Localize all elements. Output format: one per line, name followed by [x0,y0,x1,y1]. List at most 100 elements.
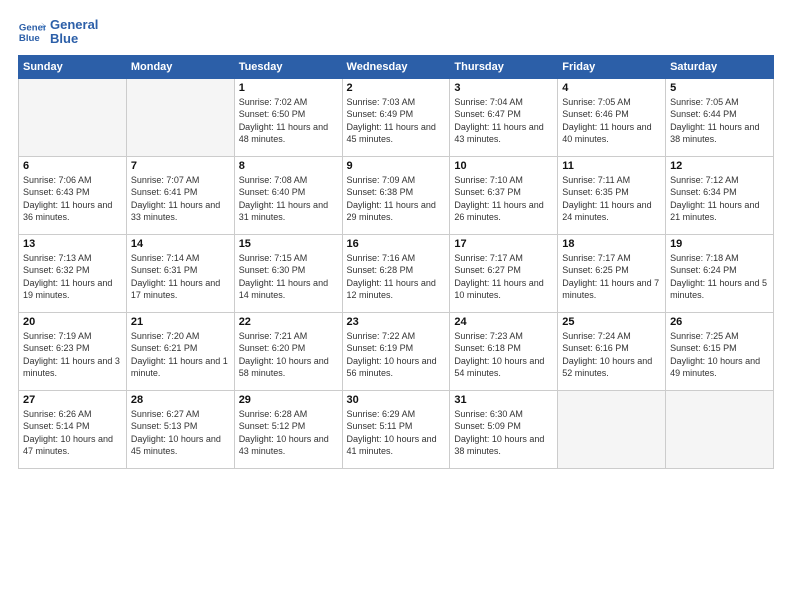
day-info: Sunrise: 7:03 AMSunset: 6:49 PMDaylight:… [347,96,446,146]
day-info: Sunrise: 7:08 AMSunset: 6:40 PMDaylight:… [239,174,338,224]
calendar-cell: 2 Sunrise: 7:03 AMSunset: 6:49 PMDaylight… [342,78,450,156]
day-info: Sunrise: 7:25 AMSunset: 6:15 PMDaylight:… [670,330,769,380]
calendar-cell: 22 Sunrise: 7:21 AMSunset: 6:20 PMDayligh… [234,312,342,390]
day-info: Sunrise: 7:02 AMSunset: 6:50 PMDaylight:… [239,96,338,146]
calendar-cell: 24 Sunrise: 7:23 AMSunset: 6:18 PMDayligh… [450,312,558,390]
day-info: Sunrise: 7:12 AMSunset: 6:34 PMDaylight:… [670,174,769,224]
day-number: 14 [131,238,230,250]
logo: General Blue General Blue [18,18,98,47]
day-number: 5 [670,82,769,94]
day-header-wednesday: Wednesday [342,55,450,78]
day-info: Sunrise: 7:10 AMSunset: 6:37 PMDaylight:… [454,174,553,224]
calendar-cell: 30Sunrise: 6:29 AMSunset: 5:11 PMDayligh… [342,390,450,468]
day-info: Sunrise: 7:04 AMSunset: 6:47 PMDaylight:… [454,96,553,146]
logo-blue: Blue [50,32,98,46]
day-number: 10 [454,160,553,172]
day-number: 23 [347,316,446,328]
day-number: 26 [670,316,769,328]
calendar-cell: 25 Sunrise: 7:24 AMSunset: 6:16 PMDayligh… [558,312,666,390]
day-number: 2 [347,82,446,94]
calendar-cell: 17Sunrise: 7:17 AMSunset: 6:27 PMDayligh… [450,234,558,312]
day-number: 27 [23,394,122,406]
day-number: 29 [239,394,338,406]
calendar-cell: 14 Sunrise: 7:14 AMSunset: 6:31 PMDayligh… [126,234,234,312]
day-info: Sunrise: 7:23 AMSunset: 6:18 PMDaylight:… [454,330,553,380]
day-info: Sunrise: 6:28 AMSunset: 5:12 PMDaylight:… [239,408,338,458]
day-info: Sunrise: 6:30 AMSunset: 5:09 PMDaylight:… [454,408,553,458]
calendar-cell: 12Sunrise: 7:12 AMSunset: 6:34 PMDayligh… [666,156,774,234]
day-info: Sunrise: 7:05 AMSunset: 6:46 PMDaylight:… [562,96,661,146]
day-number: 11 [562,160,661,172]
day-header-friday: Friday [558,55,666,78]
day-info: Sunrise: 7:14 AMSunset: 6:31 PMDaylight:… [131,252,230,302]
logo-general: General [50,18,98,32]
day-number: 30 [347,394,446,406]
calendar-cell [126,78,234,156]
day-number: 7 [131,160,230,172]
calendar-cell: 13 Sunrise: 7:13 AMSunset: 6:32 PMDayligh… [19,234,127,312]
day-number: 21 [131,316,230,328]
day-number: 8 [239,160,338,172]
day-info: Sunrise: 7:19 AMSunset: 6:23 PMDaylight:… [23,330,122,380]
header: General Blue General Blue [18,18,774,47]
calendar-cell: 10 Sunrise: 7:10 AMSunset: 6:37 PMDayligh… [450,156,558,234]
days-header-row: SundayMondayTuesdayWednesdayThursdayFrid… [19,55,774,78]
calendar-cell: 4 Sunrise: 7:05 AMSunset: 6:46 PMDaylight… [558,78,666,156]
day-number: 16 [347,238,446,250]
day-header-sunday: Sunday [19,55,127,78]
calendar-cell: 3 Sunrise: 7:04 AMSunset: 6:47 PMDaylight… [450,78,558,156]
day-info: Sunrise: 7:11 AMSunset: 6:35 PMDaylight:… [562,174,661,224]
day-info: Sunrise: 7:17 AMSunset: 6:25 PMDaylight:… [562,252,661,302]
day-info: Sunrise: 7:07 AMSunset: 6:41 PMDaylight:… [131,174,230,224]
calendar-cell: 31 Sunrise: 6:30 AMSunset: 5:09 PMDayligh… [450,390,558,468]
day-number: 17 [454,238,553,250]
day-number: 28 [131,394,230,406]
calendar-cell: 27Sunrise: 6:26 AMSunset: 5:14 PMDayligh… [19,390,127,468]
day-info: Sunrise: 7:09 AMSunset: 6:38 PMDaylight:… [347,174,446,224]
day-number: 9 [347,160,446,172]
day-number: 22 [239,316,338,328]
day-number: 3 [454,82,553,94]
day-number: 31 [454,394,553,406]
calendar-cell: 6Sunrise: 7:06 AMSunset: 6:43 PMDaylight… [19,156,127,234]
day-header-thursday: Thursday [450,55,558,78]
calendar-cell: 11 Sunrise: 7:11 AMSunset: 6:35 PMDayligh… [558,156,666,234]
day-info: Sunrise: 7:15 AMSunset: 6:30 PMDaylight:… [239,252,338,302]
week-row-4: 20Sunrise: 7:19 AMSunset: 6:23 PMDayligh… [19,312,774,390]
calendar-cell: 28Sunrise: 6:27 AMSunset: 5:13 PMDayligh… [126,390,234,468]
day-number: 15 [239,238,338,250]
svg-text:Blue: Blue [19,33,40,44]
day-header-tuesday: Tuesday [234,55,342,78]
calendar-cell [666,390,774,468]
calendar-cell: 15 Sunrise: 7:15 AMSunset: 6:30 PMDayligh… [234,234,342,312]
calendar-cell: 8 Sunrise: 7:08 AMSunset: 6:40 PMDaylight… [234,156,342,234]
day-number: 13 [23,238,122,250]
day-info: Sunrise: 7:18 AMSunset: 6:24 PMDaylight:… [670,252,769,302]
week-row-3: 13 Sunrise: 7:13 AMSunset: 6:32 PMDayligh… [19,234,774,312]
calendar-cell: 16 Sunrise: 7:16 AMSunset: 6:28 PMDayligh… [342,234,450,312]
day-number: 25 [562,316,661,328]
calendar-cell [558,390,666,468]
calendar-table: SundayMondayTuesdayWednesdayThursdayFrid… [18,55,774,469]
calendar-cell: 26 Sunrise: 7:25 AMSunset: 6:15 PMDayligh… [666,312,774,390]
day-number: 6 [23,160,122,172]
week-row-2: 6Sunrise: 7:06 AMSunset: 6:43 PMDaylight… [19,156,774,234]
calendar-cell: 9 Sunrise: 7:09 AMSunset: 6:38 PMDaylight… [342,156,450,234]
day-info: Sunrise: 7:16 AMSunset: 6:28 PMDaylight:… [347,252,446,302]
svg-text:General: General [19,23,46,34]
day-number: 24 [454,316,553,328]
day-number: 18 [562,238,661,250]
day-number: 1 [239,82,338,94]
day-info: Sunrise: 7:21 AMSunset: 6:20 PMDaylight:… [239,330,338,380]
calendar-cell: 29 Sunrise: 6:28 AMSunset: 5:12 PMDayligh… [234,390,342,468]
day-info: Sunrise: 7:13 AMSunset: 6:32 PMDaylight:… [23,252,122,302]
day-info: Sunrise: 7:05 AMSunset: 6:44 PMDaylight:… [670,96,769,146]
calendar-cell [19,78,127,156]
calendar-cell: 23Sunrise: 7:22 AMSunset: 6:19 PMDayligh… [342,312,450,390]
day-info: Sunrise: 7:24 AMSunset: 6:16 PMDaylight:… [562,330,661,380]
day-number: 4 [562,82,661,94]
week-row-1: 1 Sunrise: 7:02 AMSunset: 6:50 PMDaylight… [19,78,774,156]
calendar-cell: 21Sunrise: 7:20 AMSunset: 6:21 PMDayligh… [126,312,234,390]
calendar-cell: 5 Sunrise: 7:05 AMSunset: 6:44 PMDaylight… [666,78,774,156]
day-header-monday: Monday [126,55,234,78]
